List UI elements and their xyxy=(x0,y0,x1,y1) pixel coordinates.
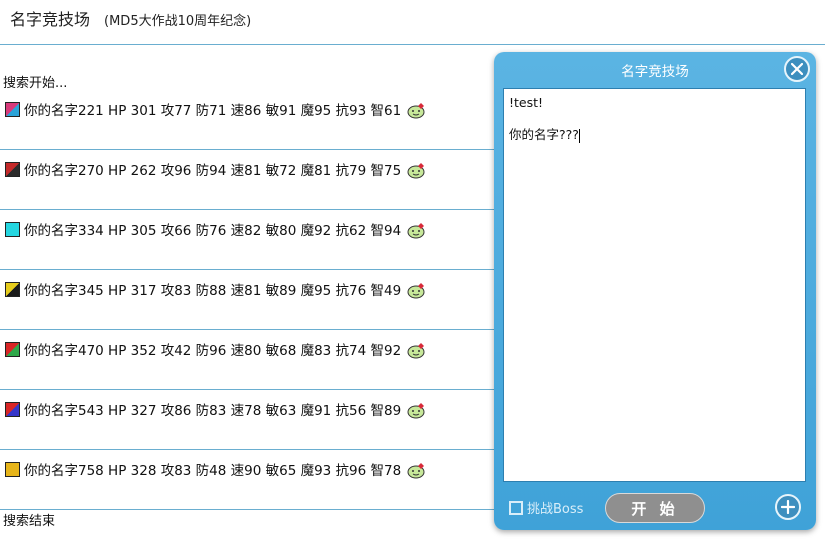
boss-checkbox-label: 挑战Boss xyxy=(527,502,584,517)
search-start-text: 搜索开始... xyxy=(3,76,68,91)
results-list: 你的名字221 HP 301 攻77 防71 速86 敏91 魔95 抗93 智… xyxy=(0,90,495,510)
textarea-line: 你的名字??? xyxy=(509,127,580,143)
player-avatar xyxy=(5,461,20,477)
panel-title: 名字竞技场 xyxy=(621,64,689,80)
close-icon xyxy=(791,63,803,75)
player-avatar xyxy=(5,401,20,417)
player-avatar xyxy=(5,101,20,117)
result-content: 你的名字270 HP 262 攻96 防94 速81 敏72 魔81 抗79 智… xyxy=(5,159,425,179)
result-content: 你的名字345 HP 317 攻83 防88 速81 敏89 魔95 抗76 智… xyxy=(5,279,425,299)
page-subtitle: (MD5大作战10周年纪念) xyxy=(104,14,252,29)
result-row: 你的名字221 HP 301 攻77 防71 速86 敏91 魔95 抗93 智… xyxy=(0,90,495,150)
result-text: 你的名字345 HP 317 攻83 防88 速81 敏89 魔95 抗76 智… xyxy=(24,283,402,299)
page-header: 名字竞技场 (MD5大作战10周年纪念) xyxy=(10,6,251,30)
textarea-line: !test! xyxy=(509,95,544,110)
result-row: 你的名字270 HP 262 攻96 防94 速81 敏72 魔81 抗79 智… xyxy=(0,150,495,210)
result-row: 你的名字334 HP 305 攻66 防76 速82 敏80 魔92 抗62 智… xyxy=(0,210,495,270)
result-row: 你的名字758 HP 328 攻83 防48 速90 敏65 魔93 抗96 智… xyxy=(0,450,495,510)
smiley-with-heart-icon xyxy=(407,401,425,419)
smiley-with-heart-icon xyxy=(407,281,425,299)
smiley-with-heart-icon xyxy=(407,461,425,479)
player-avatar xyxy=(5,161,20,177)
result-text: 你的名字270 HP 262 攻96 防94 速81 敏72 魔81 抗79 智… xyxy=(24,163,402,179)
result-row: 你的名字543 HP 327 攻86 防83 速78 敏63 魔91 抗56 智… xyxy=(0,390,495,450)
smiley-with-heart-icon xyxy=(407,161,425,179)
result-content: 你的名字758 HP 328 攻83 防48 速90 敏65 魔93 抗96 智… xyxy=(5,459,425,479)
smiley-with-heart-icon xyxy=(407,101,425,119)
arena-panel: 名字竞技场 !test! 你的名字??? 挑战Boss 开 始 xyxy=(494,52,816,530)
player-avatar xyxy=(5,281,20,297)
text-caret xyxy=(578,128,580,143)
result-row: 你的名字470 HP 352 攻42 防96 速80 敏68 魔83 抗74 智… xyxy=(0,330,495,390)
result-text: 你的名字758 HP 328 攻83 防48 速90 敏65 魔93 抗96 智… xyxy=(24,463,402,479)
boss-checkbox-wrapper[interactable]: 挑战Boss xyxy=(509,498,583,517)
player-avatar xyxy=(5,341,20,357)
header-divider xyxy=(0,44,825,45)
result-text: 你的名字470 HP 352 攻42 防96 速80 敏68 魔83 抗74 智… xyxy=(24,343,402,359)
add-button[interactable] xyxy=(775,494,801,520)
boss-checkbox[interactable] xyxy=(509,500,523,515)
result-row: 你的名字345 HP 317 攻83 防88 速81 敏89 魔95 抗76 智… xyxy=(0,270,495,330)
search-end-text: 搜索结束 xyxy=(3,514,56,529)
result-content: 你的名字334 HP 305 攻66 防76 速82 敏80 魔92 抗62 智… xyxy=(5,219,425,239)
result-content: 你的名字543 HP 327 攻86 防83 速78 敏63 魔91 抗56 智… xyxy=(5,399,425,419)
smiley-with-heart-icon xyxy=(407,341,425,359)
smiley-with-heart-icon xyxy=(407,221,425,239)
result-text: 你的名字334 HP 305 攻66 防76 速82 敏80 魔92 抗62 智… xyxy=(24,223,402,239)
close-button[interactable] xyxy=(784,56,810,82)
result-content: 你的名字221 HP 301 攻77 防71 速86 敏91 魔95 抗93 智… xyxy=(5,99,425,119)
names-textarea[interactable]: !test! 你的名字??? xyxy=(503,88,806,482)
result-text: 你的名字543 HP 327 攻86 防83 速78 敏63 魔91 抗56 智… xyxy=(24,403,402,419)
textarea-line xyxy=(509,111,800,127)
plus-icon xyxy=(781,500,795,514)
start-button[interactable]: 开 始 xyxy=(605,493,705,523)
result-content: 你的名字470 HP 352 攻42 防96 速80 敏68 魔83 抗74 智… xyxy=(5,339,425,359)
page-title: 名字竞技场 xyxy=(10,10,91,29)
player-avatar xyxy=(5,221,20,237)
result-text: 你的名字221 HP 301 攻77 防71 速86 敏91 魔95 抗93 智… xyxy=(24,103,402,119)
